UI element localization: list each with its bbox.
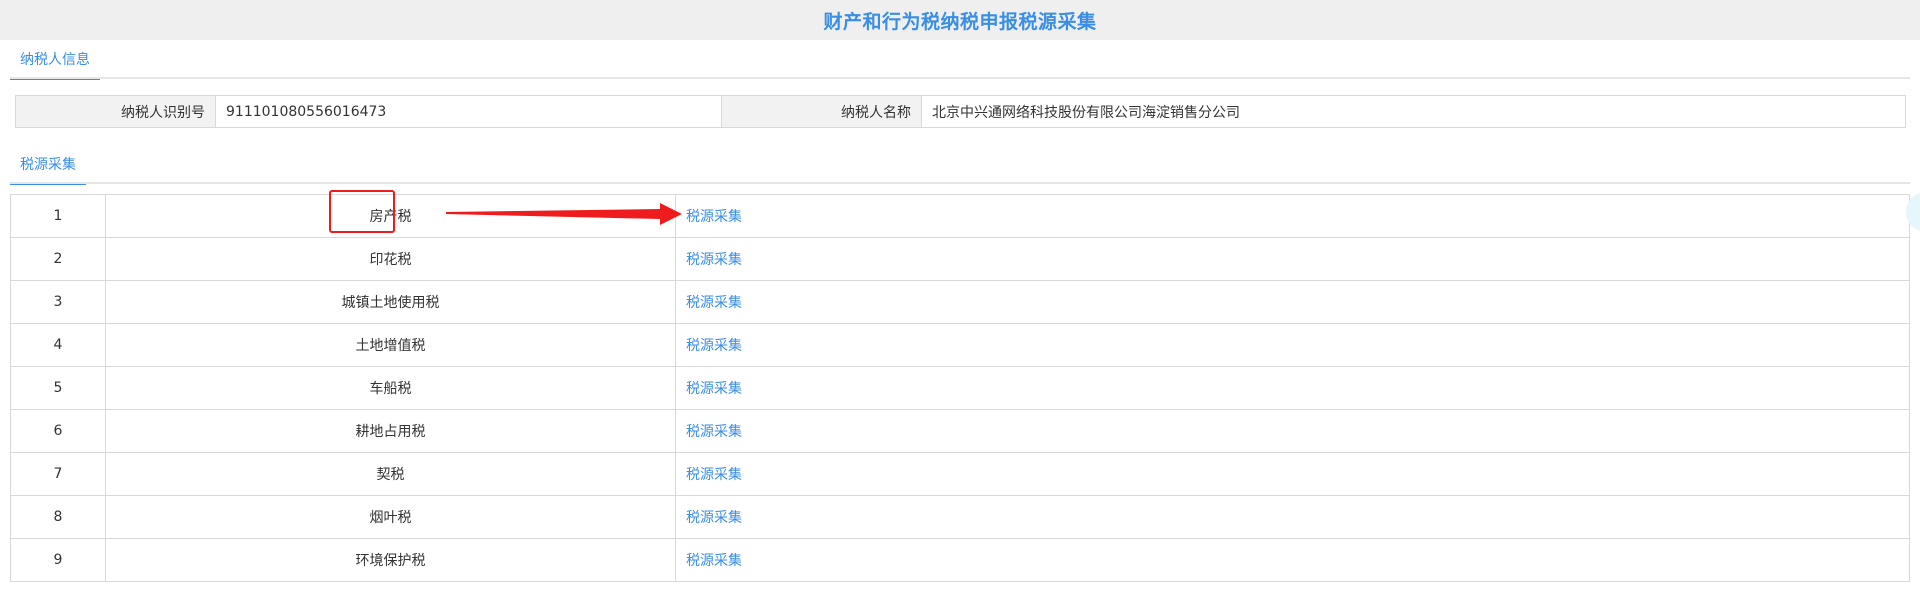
tax-name: 耕地占用税 <box>105 409 676 453</box>
taxpayer-name-label: 纳税人名称 <box>722 96 922 127</box>
page-header: 财产和行为税纳税申报税源采集 <box>0 0 1920 40</box>
tax-name: 城镇土地使用税 <box>105 280 676 324</box>
row-number: 2 <box>10 237 106 281</box>
row-number: 1 <box>10 194 106 238</box>
row-number: 7 <box>10 452 106 496</box>
page-title: 财产和行为税纳税申报税源采集 <box>823 10 1097 33</box>
table-row: 2 印花税 税源采集 <box>10 237 1910 281</box>
taxpayer-id-label: 纳税人识别号 <box>16 96 216 127</box>
tax-source-table: 1 房产税 税源采集 2 印花税 税源采集 3 城镇土地使用税 税源采集 4 土… <box>10 194 1910 582</box>
section-divider <box>10 77 1910 79</box>
row-number: 5 <box>10 366 106 410</box>
table-row: 5 车船税 税源采集 <box>10 366 1910 410</box>
collect-source-link[interactable]: 税源采集 <box>686 424 742 440</box>
collect-source-link[interactable]: 税源采集 <box>686 252 742 268</box>
row-number: 9 <box>10 538 106 582</box>
collect-source-link[interactable]: 税源采集 <box>686 381 742 397</box>
table-row: 4 土地增值税 税源采集 <box>10 323 1910 367</box>
tax-name: 土地增值税 <box>105 323 676 367</box>
section-divider <box>10 182 1910 184</box>
collect-source-link[interactable]: 税源采集 <box>686 467 742 483</box>
table-row: 3 城镇土地使用税 税源采集 <box>10 280 1910 324</box>
row-number: 4 <box>10 323 106 367</box>
tax-name: 房产税 <box>105 194 676 238</box>
table-row: 7 契税 税源采集 <box>10 452 1910 496</box>
tab-taxpayer-info[interactable]: 纳税人信息 <box>10 40 100 80</box>
tab-tax-source[interactable]: 税源采集 <box>10 145 86 185</box>
tax-name: 车船税 <box>105 366 676 410</box>
tax-name: 环境保护税 <box>105 538 676 582</box>
collect-source-link[interactable]: 税源采集 <box>686 338 742 354</box>
table-row: 1 房产税 税源采集 <box>10 194 1910 238</box>
taxpayer-info-panel: 纳税人识别号 911101080556016473 纳税人名称 北京中兴通网络科… <box>15 95 1906 128</box>
table-row: 6 耕地占用税 税源采集 <box>10 409 1910 453</box>
taxpayer-id-value: 911101080556016473 <box>216 96 722 127</box>
tax-name: 烟叶税 <box>105 495 676 539</box>
table-row: 8 烟叶税 税源采集 <box>10 495 1910 539</box>
table-row: 9 环境保护税 税源采集 <box>10 538 1910 582</box>
row-number: 3 <box>10 280 106 324</box>
row-number: 8 <box>10 495 106 539</box>
row-number: 6 <box>10 409 106 453</box>
collect-source-link[interactable]: 税源采集 <box>686 295 742 311</box>
taxpayer-name-value: 北京中兴通网络科技股份有限公司海淀销售分公司 <box>932 104 1240 121</box>
tax-name: 印花税 <box>105 237 676 281</box>
collect-source-link[interactable]: 税源采集 <box>686 553 742 569</box>
collect-source-link[interactable]: 税源采集 <box>686 510 742 526</box>
collect-source-link[interactable]: 税源采集 <box>686 209 742 225</box>
tax-name: 契税 <box>105 452 676 496</box>
